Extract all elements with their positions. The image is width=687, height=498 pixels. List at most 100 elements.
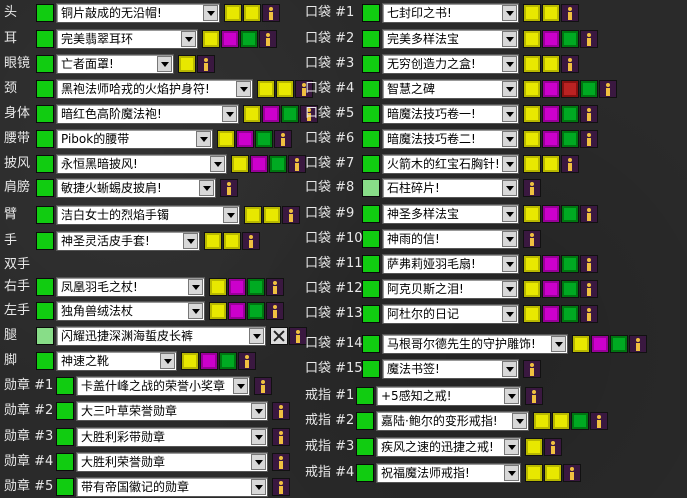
slot-enable-checkbox[interactable] — [362, 155, 380, 173]
item-icons — [572, 335, 647, 353]
chevron-down-icon[interactable] — [504, 465, 519, 481]
item-icons — [525, 387, 543, 405]
slot-enable-checkbox[interactable] — [362, 30, 380, 48]
item-select[interactable]: 神圣多样法宝 — [382, 204, 519, 224]
item-select[interactable]: 石柱碎片! — [382, 178, 519, 198]
chevron-down-icon[interactable] — [502, 56, 517, 72]
green-gem-icon — [561, 105, 579, 123]
slot-enable-checkbox[interactable] — [356, 464, 374, 482]
info-icon[interactable] — [580, 205, 598, 223]
info-icon[interactable] — [561, 155, 579, 173]
item-select[interactable]: 阿克贝斯之泪! — [382, 279, 519, 299]
info-icon[interactable] — [563, 464, 581, 482]
item-select[interactable]: 暗魔法技巧卷一! — [382, 104, 519, 124]
right-slot-row: 口袋 #12 阿克贝斯之泪! — [0, 278, 687, 300]
chevron-down-icon[interactable] — [551, 336, 566, 352]
green-gem-icon — [561, 255, 579, 273]
item-select[interactable]: 萨弗莉娅羽毛扇! — [382, 254, 519, 274]
item-select[interactable]: 火箭木的红宝石胸针! — [382, 154, 519, 174]
slot-enable-checkbox[interactable] — [362, 179, 380, 197]
chevron-down-icon[interactable] — [502, 206, 517, 222]
chevron-down-icon[interactable] — [502, 156, 517, 172]
right-slot-row: 口袋 #1 七封印之书! — [0, 2, 687, 24]
chevron-down-icon[interactable] — [502, 306, 517, 322]
chevron-down-icon[interactable] — [502, 180, 517, 196]
item-select[interactable]: 智慧之碑 — [382, 79, 519, 99]
item-select-value: 嘉陆·鲍尔的变形戒指! — [381, 414, 498, 428]
slot-enable-checkbox[interactable] — [362, 205, 380, 223]
item-select[interactable]: 七封印之书! — [382, 3, 519, 23]
info-icon[interactable] — [580, 305, 598, 323]
magenta-gem-icon — [542, 30, 560, 48]
slot-enable-checkbox[interactable] — [356, 438, 374, 456]
item-select[interactable]: 暗魔法技巧卷二! — [382, 129, 519, 149]
magenta-gem-icon — [542, 130, 560, 148]
info-icon[interactable] — [580, 30, 598, 48]
slot-enable-checkbox[interactable] — [362, 130, 380, 148]
chevron-down-icon[interactable] — [502, 281, 517, 297]
info-icon[interactable] — [580, 280, 598, 298]
item-icons — [523, 230, 541, 248]
item-select[interactable]: 嘉陆·鲍尔的变形戒指! — [376, 411, 529, 431]
item-select-value: +5感知之戒! — [381, 389, 452, 403]
item-select[interactable]: 无穷创造力之盒! — [382, 54, 519, 74]
slot-enable-checkbox[interactable] — [362, 305, 380, 323]
info-icon[interactable] — [580, 255, 598, 273]
item-select-value: 完美多样法宝 — [387, 32, 460, 46]
info-icon[interactable] — [523, 179, 541, 197]
slot-enable-checkbox[interactable] — [362, 105, 380, 123]
item-select[interactable]: +5感知之戒! — [376, 386, 521, 406]
yellow-gem-icon — [544, 464, 562, 482]
yellow-gem-icon — [525, 438, 543, 456]
chevron-down-icon[interactable] — [502, 5, 517, 21]
info-icon[interactable] — [590, 412, 608, 430]
info-icon[interactable] — [599, 80, 617, 98]
chevron-down-icon[interactable] — [512, 413, 527, 429]
chevron-down-icon[interactable] — [504, 388, 519, 404]
slot-enable-checkbox[interactable] — [362, 4, 380, 22]
info-icon[interactable] — [523, 230, 541, 248]
info-icon[interactable] — [629, 335, 647, 353]
info-icon[interactable] — [561, 4, 579, 22]
item-icons — [523, 130, 598, 148]
slot-enable-checkbox[interactable] — [362, 360, 380, 378]
chevron-down-icon[interactable] — [502, 256, 517, 272]
item-select[interactable]: 祝福魔法师戒指! — [376, 463, 521, 483]
slot-enable-checkbox[interactable] — [362, 55, 380, 73]
item-select[interactable]: 魔法书签! — [382, 359, 519, 379]
yellow-gem-icon — [523, 305, 541, 323]
item-select[interactable]: 完美多样法宝 — [382, 29, 519, 49]
item-select[interactable]: 神雨的信! — [382, 229, 519, 249]
slot-enable-checkbox[interactable] — [362, 255, 380, 273]
info-icon[interactable] — [580, 105, 598, 123]
info-icon[interactable] — [561, 55, 579, 73]
info-icon[interactable] — [580, 130, 598, 148]
chevron-down-icon[interactable] — [502, 131, 517, 147]
yellow-gem-icon — [525, 464, 543, 482]
info-icon[interactable] — [523, 360, 541, 378]
chevron-down-icon[interactable] — [502, 231, 517, 247]
chevron-down-icon[interactable] — [504, 439, 519, 455]
item-select[interactable]: 疾风之速的迅捷之戒! — [376, 437, 521, 457]
equipment-panel: 头铜片敲成的无沿帽! 耳完美翡翠耳环 眼镜 亡者面罩! 颈黑袍法师哈戎的火焰护身符! 身体… — [0, 0, 687, 498]
item-select[interactable]: 马根哥尔德先生的守护雕饰! — [382, 334, 568, 354]
yellow-gem-icon — [523, 280, 541, 298]
item-icons — [523, 179, 541, 197]
chevron-down-icon[interactable] — [502, 106, 517, 122]
item-select-value: 马根哥尔德先生的守护雕饰! — [387, 337, 536, 351]
item-select-value: 阿杜尔的日记 — [387, 307, 460, 321]
chevron-down-icon[interactable] — [502, 81, 517, 97]
slot-enable-checkbox[interactable] — [362, 80, 380, 98]
item-select[interactable]: 阿杜尔的日记 — [382, 304, 519, 324]
info-icon[interactable] — [525, 387, 543, 405]
right-slot-row: 口袋 #6 暗魔法技巧卷二! — [0, 128, 687, 150]
chevron-down-icon[interactable] — [502, 31, 517, 47]
item-select-value: 暗魔法技巧卷二! — [387, 132, 476, 146]
info-icon[interactable] — [544, 438, 562, 456]
slot-enable-checkbox[interactable] — [362, 335, 380, 353]
chevron-down-icon[interactable] — [502, 361, 517, 377]
slot-enable-checkbox[interactable] — [362, 280, 380, 298]
slot-enable-checkbox[interactable] — [356, 387, 374, 405]
slot-enable-checkbox[interactable] — [362, 230, 380, 248]
slot-enable-checkbox[interactable] — [356, 412, 374, 430]
